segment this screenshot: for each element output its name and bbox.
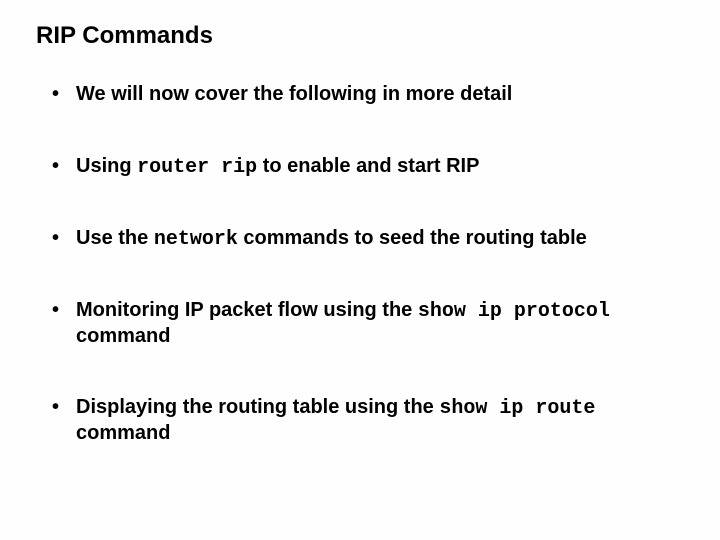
bullet-text-post: to enable and start RIP [257, 155, 479, 177]
bullet-code: show ip route [439, 397, 595, 420]
slide: RIP Commands We will now cover the follo… [0, 0, 720, 540]
bullet-text-pre: Using [76, 155, 137, 177]
list-item: Use the network commands to seed the rou… [52, 226, 680, 252]
slide-title: RIP Commands [36, 22, 690, 50]
list-item: Using router rip to enable and start RIP [52, 154, 680, 180]
bullet-text-pre: We will now cover the following in more … [76, 83, 512, 105]
bullet-text-post: commands to seed the routing table [238, 227, 587, 249]
bullet-code: show ip protocol [418, 300, 610, 323]
bullet-code: router rip [137, 156, 257, 179]
bullet-code: network [154, 228, 238, 251]
bullet-text-pre: Displaying the routing table using the [76, 396, 439, 418]
bullet-text-pre: Use the [76, 227, 154, 249]
list-item: We will now cover the following in more … [52, 82, 680, 108]
bullet-text-post: command [76, 422, 170, 444]
bullet-text-pre: Monitoring IP packet flow using the [76, 299, 418, 321]
bullet-list: We will now cover the following in more … [30, 82, 690, 446]
list-item: Monitoring IP packet flow using the show… [52, 298, 680, 349]
list-item: Displaying the routing table using the s… [52, 395, 680, 446]
bullet-text-post: command [76, 325, 170, 347]
